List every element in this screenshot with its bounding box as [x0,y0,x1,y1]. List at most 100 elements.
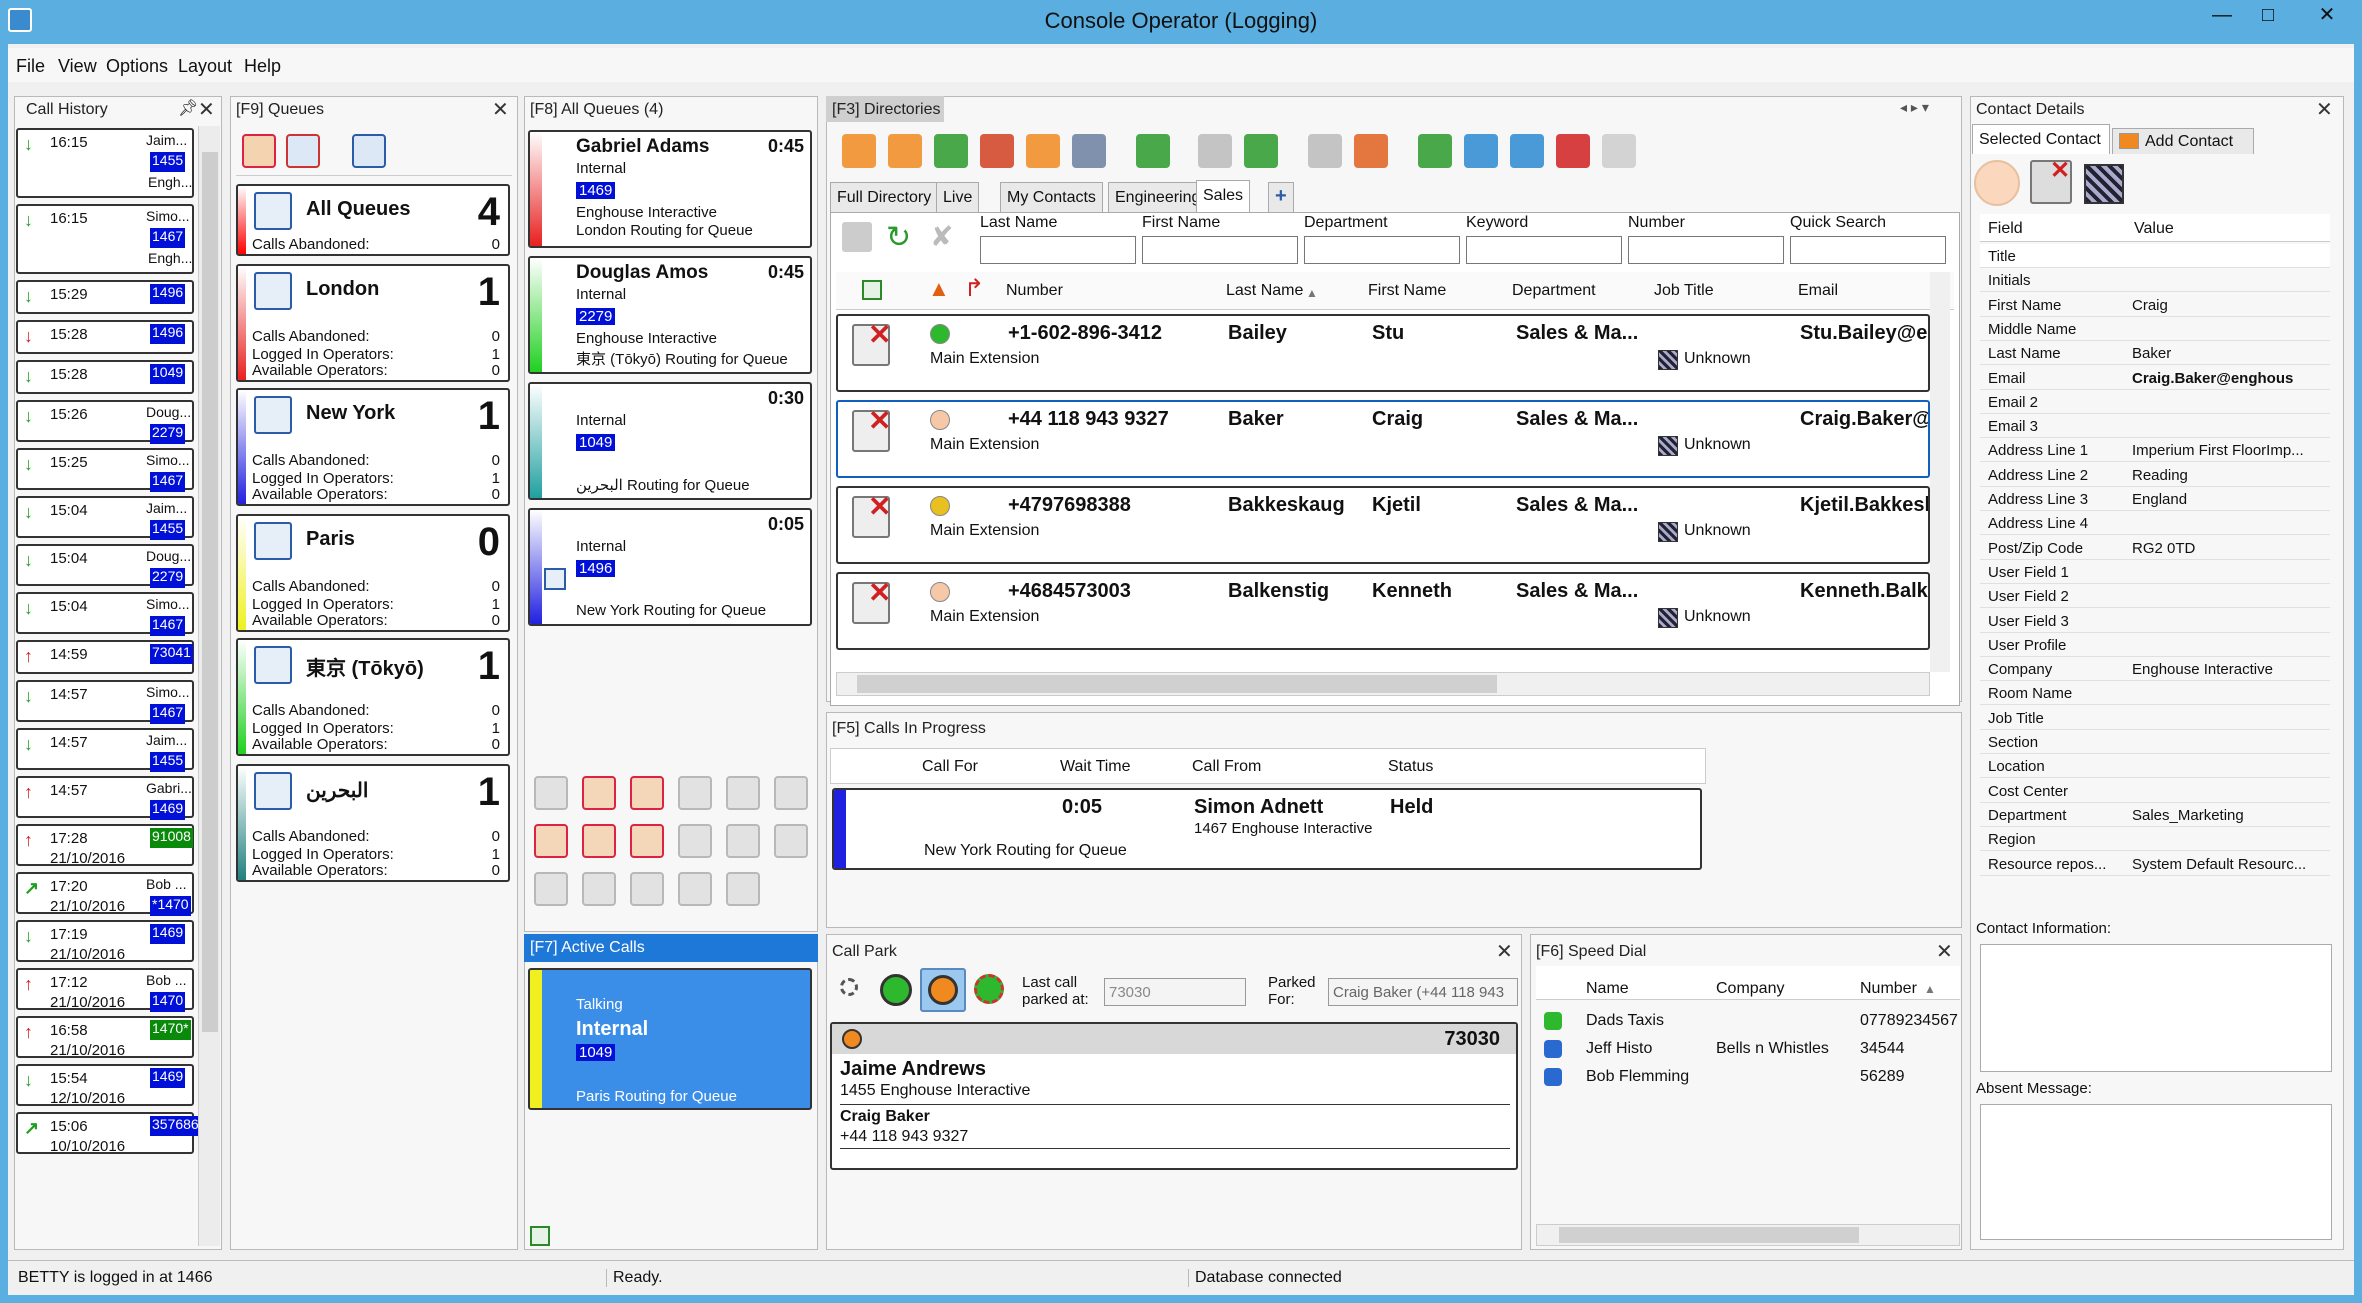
search-input-2[interactable] [1304,236,1460,264]
contact-field-row[interactable]: First Name Craig [1980,293,2330,317]
contact-field-row[interactable]: User Field 1 [1980,560,2330,584]
phone-forward-icon[interactable] [980,134,1014,168]
directory-row[interactable]: ✕ +1-602-896-3412 Bailey Stu Sales & Ma... St… [836,314,1930,392]
dir-tab-1[interactable]: Live [936,182,980,212]
active-call-card[interactable]: Talking Internal 1049 Paris Routing for … [528,968,812,1110]
call-history-item[interactable]: ↓ 15:28 1049 [16,360,194,394]
queue-card-2[interactable]: New York 1 Calls Abandoned: 0 Logged In Oper… [236,388,510,506]
tab-selected-contact[interactable]: Selected Contact [1972,124,2110,154]
dir-tab-2[interactable]: My Contacts [1000,182,1103,212]
menu-view[interactable]: View [58,56,97,77]
park-settings-icon[interactable] [832,972,864,1004]
search-input-3[interactable] [1466,236,1622,264]
record-disabled-icon[interactable] [582,872,616,906]
speed-dial-close-button[interactable]: ✕ [1936,939,1953,964]
contact-field-row[interactable]: Department Sales_Marketing [1980,803,2330,827]
call-history-item[interactable]: ↓ 15:28 1496 [16,320,194,354]
speed-dial-row[interactable]: Dads Taxis 07789234567 [1536,1008,1962,1036]
column-chooser-icon[interactable] [862,280,882,300]
directory-vscrollbar[interactable] [1930,272,1950,672]
directory-row[interactable]: ✕ +4684573003 Balkenstig Kenneth Sales & Ma.… [836,572,1930,650]
bulk-transfer-icon[interactable] [726,872,760,906]
delete-contact-icon[interactable] [1556,134,1590,168]
call-history-item[interactable]: ↓ 15:04 Jaim... 1455 [16,496,194,540]
queue-card-4[interactable]: 東京 (Tōkyō) 1 Calls Abandoned: 0 Logged In Op… [236,638,510,756]
parked-call-card[interactable]: 73030 Jaime Andrews 1455 Enghouse Intera… [830,1022,1518,1170]
call-history-item[interactable]: ↑ 14:57 Gabri... 1469 [16,776,194,820]
export-icon[interactable] [1136,134,1170,168]
call-history-item[interactable]: ↓ 14:57 Simo... 1467 [16,680,194,724]
scrollbar-thumb[interactable] [202,152,218,1032]
menu-file[interactable]: File [16,56,45,77]
directory-row[interactable]: ✕ +4797698388 Bakkeskaug Kjetil Sales & Ma..… [836,486,1930,564]
active-calls-grid-icon[interactable] [530,1226,550,1246]
call-history-item[interactable]: ↓ 15:26 Doug... 2279 [16,400,194,444]
transfer-disabled-icon[interactable] [1198,134,1232,168]
transfer-down-icon[interactable] [630,776,664,810]
call-history-item[interactable]: ↑ 16:58 1470* 21/10/2016 [16,1016,194,1059]
queue-block-icon[interactable] [286,134,320,168]
call-history-item[interactable]: ↓ 17:19 1469 21/10/2016 [16,920,194,963]
call-history-item[interactable]: ↓ 14:57 Jaim... 1455 [16,728,194,772]
sd-hscroll-thumb[interactable] [1559,1227,1859,1243]
calendar-icon[interactable] [842,134,876,168]
hangup-call-icon[interactable] [582,824,616,858]
forward-mail-icon[interactable] [934,134,968,168]
contact-field-row[interactable]: Address Line 1 Imperium First FloorImp... [1980,438,2330,463]
contact-field-row[interactable]: Email Craig.Baker@enghous [1980,366,2330,390]
mute-call-icon[interactable] [582,776,616,810]
dir-tab-3[interactable]: Engineering [1108,182,1208,212]
call-park-close-button[interactable]: ✕ [1496,939,1513,964]
menu-options[interactable]: Options [106,56,168,77]
join-call-icon[interactable] [774,824,808,858]
contact-field-row[interactable]: Section [1980,730,2330,754]
contact-field-row[interactable]: Email 2 [1980,390,2330,414]
search-input-1[interactable] [1142,236,1298,264]
dir-col-2[interactable]: First Name [1368,282,1446,300]
contact-field-row[interactable]: Initials [1980,268,2330,293]
call-history-item[interactable]: ↓ 16:15 Jaim... 1455 Engh... [16,128,194,198]
dir-tab-0[interactable]: Full Directory [830,182,939,212]
contact-field-row[interactable]: Location [1980,754,2330,779]
settings-folder-icon[interactable] [1464,134,1498,168]
speed-dial-row[interactable]: Bob Flemming 56289 [1536,1064,1962,1092]
absent-message-textarea[interactable] [1980,1104,2332,1240]
refresh-icon[interactable]: ↻ [886,220,911,255]
call-history-item[interactable]: ↓ 15:29 1496 [16,280,194,314]
queue-settings-icon[interactable] [352,134,386,168]
add-contact-tool-icon[interactable] [1418,134,1452,168]
search-input-4[interactable] [1628,236,1784,264]
last-call-field[interactable]: 73030 [1104,978,1246,1006]
call-history-item[interactable]: ↓ 16:15 Simo... 1467 Engh... [16,204,194,274]
split-call-icon[interactable] [534,872,568,906]
queued-call-card[interactable]: 0:30 Internal 1049 البحرين Routing for Queu… [528,382,812,500]
contact-field-row[interactable]: Resource repos... System Default Resourc.… [1980,852,2330,876]
contact-field-row[interactable]: User Field 2 [1980,584,2330,609]
call-history-item[interactable]: ↓ 15:54 1469 12/10/2016 [16,1064,194,1107]
queues-close-button[interactable]: ✕ [492,97,509,122]
queue-card-0[interactable]: All Queues 4 Calls Abandoned: 0 [236,184,510,256]
park-multi-icon[interactable] [974,974,1004,1004]
contact-field-row[interactable]: Company Enghouse Interactive [1980,657,2330,682]
contact-field-row[interactable]: Room Name [1980,681,2330,706]
record-call-icon[interactable] [630,824,664,858]
dir-col-0[interactable]: Number [1006,282,1063,300]
tab-add-contact[interactable]: Add Contact [2112,128,2254,154]
dir-col-4[interactable]: Job Title [1654,282,1714,300]
queued-call-card[interactable]: 0:05 Internal 1496 New York Routing for Que… [528,508,812,626]
contact-field-row[interactable]: Cost Center [1980,779,2330,803]
forward-call-icon[interactable] [534,776,568,810]
call-history-item[interactable]: ↗ 17:20 Bob ... *1470 21/10/2016 [16,872,194,916]
contact-field-row[interactable]: Last Name Baker [1980,341,2330,366]
directories-nav-arrows[interactable]: ◂ ▸ ▾ [1900,99,1929,116]
clear-search-icon[interactable]: ✘ [930,220,953,253]
edit-disabled-icon[interactable] [1602,134,1636,168]
calendar-grid-icon[interactable] [1072,134,1106,168]
contact-field-row[interactable]: Address Line 2 Reading [1980,463,2330,487]
contact-field-row[interactable]: Address Line 3 England [1980,487,2330,511]
call-history-item[interactable]: ↓ 15:04 Doug... 2279 [16,544,194,588]
dir-col-3[interactable]: Department [1512,282,1596,300]
contact-field-row[interactable]: Address Line 4 [1980,511,2330,536]
directory-hscrollbar[interactable] [836,672,1930,696]
contact-field-row[interactable]: Job Title [1980,706,2330,730]
